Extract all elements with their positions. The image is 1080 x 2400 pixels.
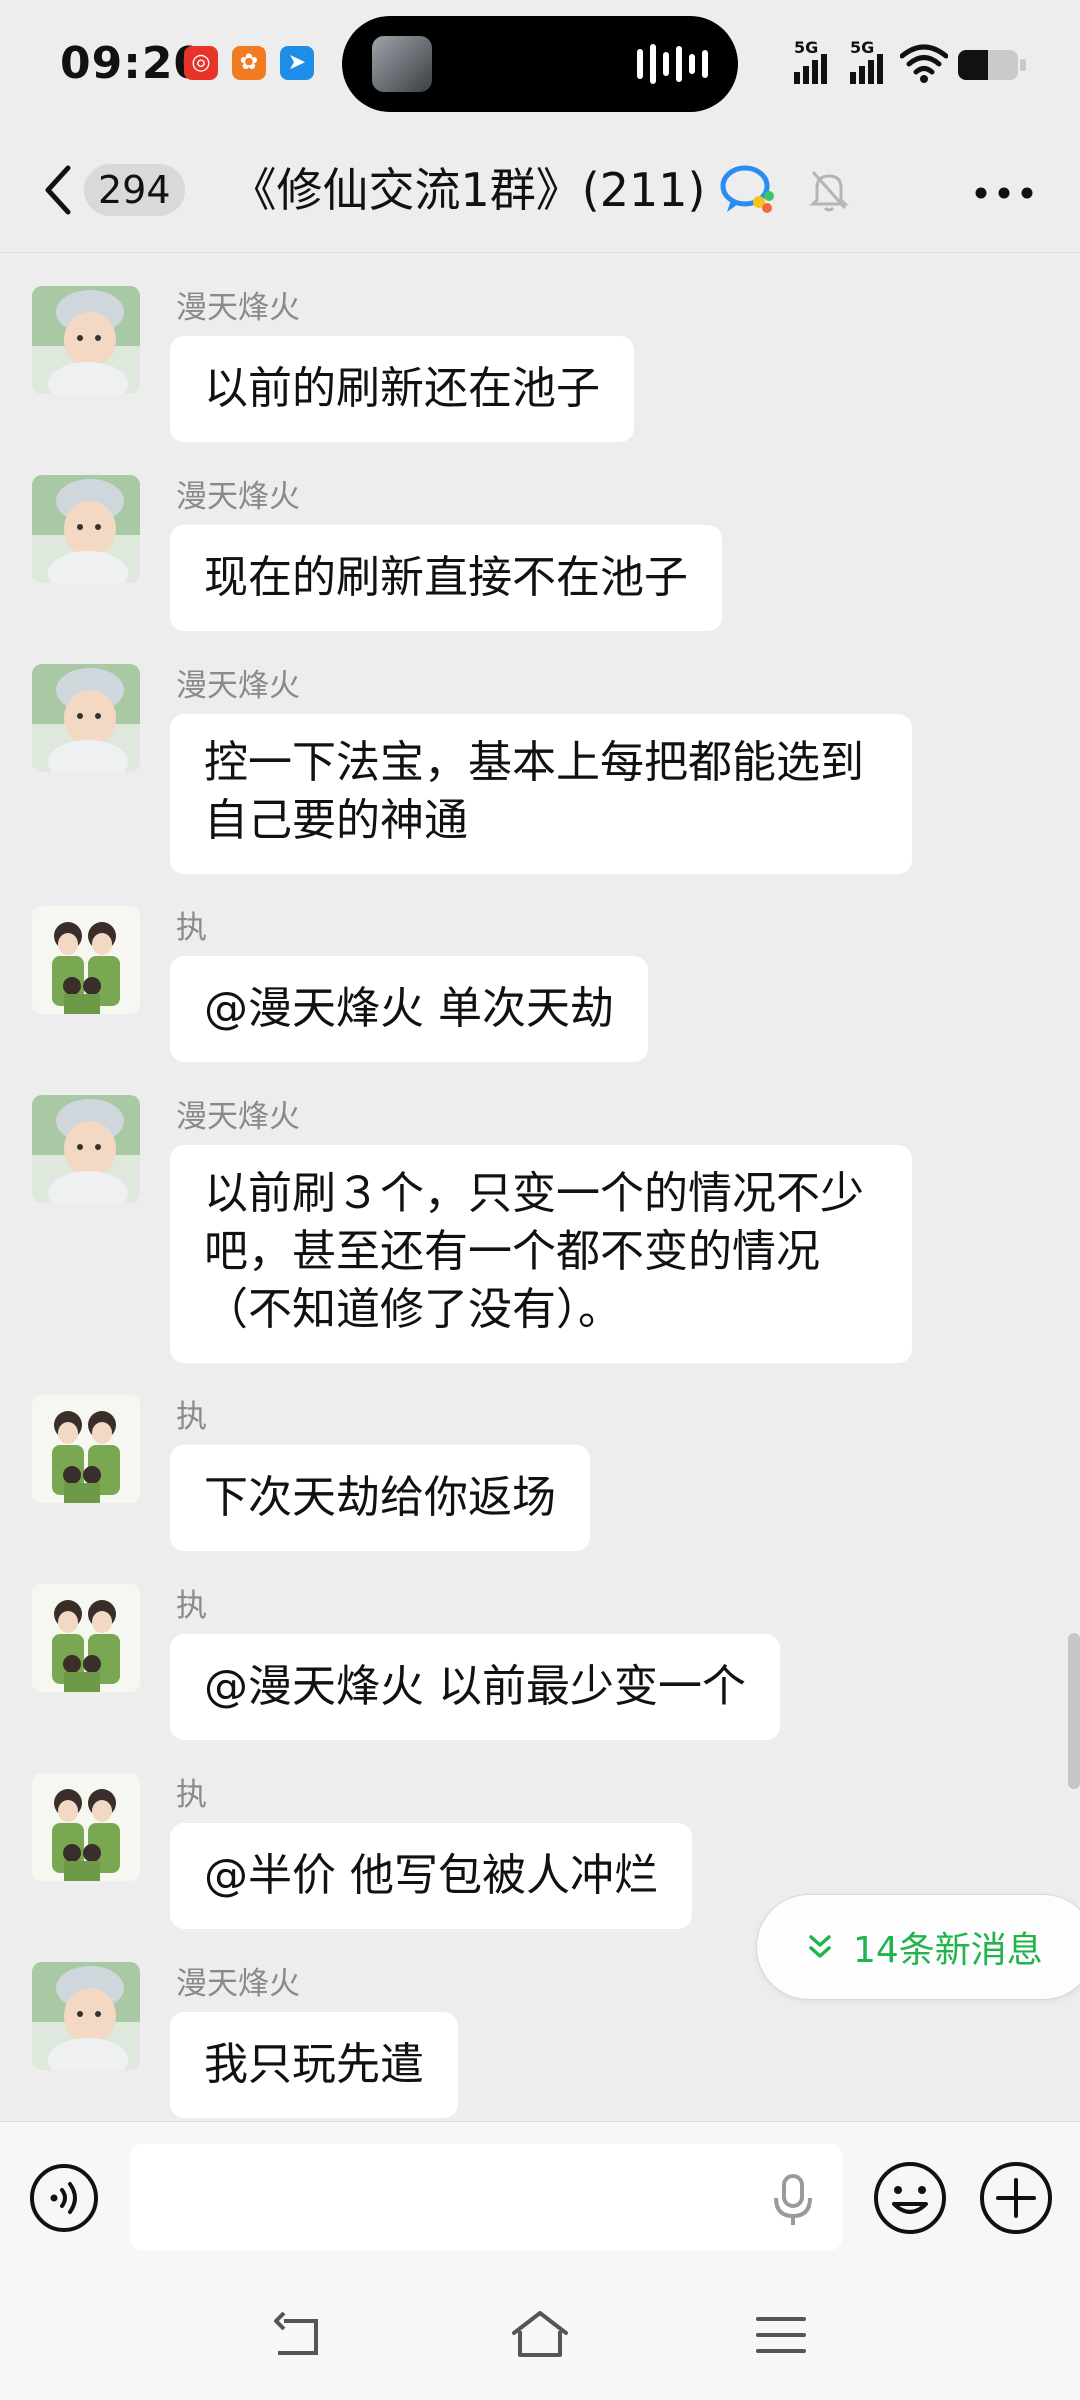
- avatar[interactable]: [32, 1962, 140, 2070]
- audio-wave-icon: [637, 44, 708, 84]
- avatar[interactable]: [32, 475, 140, 583]
- couple-avatar-icon: [32, 1773, 140, 1881]
- more-dots-icon[interactable]: [974, 186, 1034, 200]
- dynamic-island[interactable]: [342, 16, 738, 112]
- message-input[interactable]: [130, 2144, 842, 2250]
- message-bubble[interactable]: @漫天烽火 以前最少变一个: [170, 1634, 780, 1740]
- double-chevron-down-icon: [809, 1935, 831, 1958]
- couple-avatar-icon: [32, 906, 140, 1014]
- input-bar: [0, 2121, 1080, 2274]
- microphone-icon[interactable]: [768, 2172, 818, 2228]
- message-bubble[interactable]: 控一下法宝，基本上每把都能选到 自己要的神通: [170, 714, 912, 874]
- nav-back-icon[interactable]: [270, 2311, 330, 2363]
- sender-name[interactable]: 执: [176, 908, 207, 948]
- message-bubble[interactable]: @半价 他写包被人冲烂: [170, 1823, 692, 1929]
- baby-avatar-icon: [32, 286, 140, 394]
- sender-name[interactable]: 漫天烽火: [176, 1964, 300, 2004]
- nav-menu-icon[interactable]: [754, 2313, 808, 2357]
- sender-name[interactable]: 漫天烽火: [176, 666, 300, 706]
- signal-5g-icon: 5G: [794, 38, 827, 84]
- group-bubble-icon[interactable]: [719, 162, 779, 218]
- nav-home-icon[interactable]: [508, 2307, 572, 2363]
- message-bubble[interactable]: 我只玩先遣: [170, 2012, 458, 2118]
- food-app-icon: ✿: [232, 46, 266, 80]
- signal-5g-icon-2: 5G: [850, 38, 883, 84]
- avatar[interactable]: [32, 906, 140, 1014]
- avatar[interactable]: [32, 1395, 140, 1503]
- emoji-button[interactable]: [872, 2160, 948, 2236]
- scrollbar-thumb[interactable]: [1068, 1633, 1080, 1789]
- sender-name[interactable]: 执: [176, 1775, 207, 1815]
- sender-name[interactable]: 执: [176, 1586, 207, 1626]
- message-bubble[interactable]: 下次天劫给你返场: [170, 1445, 590, 1551]
- baby-avatar-icon: [32, 475, 140, 583]
- message-list[interactable]: 漫天烽火 以前的刷新还在池子 漫天烽火 现在的刷新直接不在池子 漫天烽火 控一下…: [0, 253, 1080, 2121]
- sender-name[interactable]: 执: [176, 1397, 207, 1437]
- baby-avatar-icon: [32, 1095, 140, 1203]
- sender-name[interactable]: 漫天烽火: [176, 288, 300, 328]
- sender-name[interactable]: 漫天烽火: [176, 477, 300, 517]
- system-nav-bar: [0, 2273, 1080, 2400]
- new-messages-button[interactable]: 14条新消息: [756, 1894, 1080, 2000]
- media-thumbnail: [372, 36, 432, 92]
- message-bubble[interactable]: 以前的刷新还在池子: [170, 336, 634, 442]
- new-messages-label: 14条新消息: [853, 1930, 1043, 1971]
- avatar[interactable]: [32, 1773, 140, 1881]
- group-title[interactable]: 《修仙交流1群》(211): [231, 158, 706, 222]
- couple-avatar-icon: [32, 1395, 140, 1503]
- avatar[interactable]: [32, 286, 140, 394]
- wifi-icon: [900, 44, 948, 83]
- baby-avatar-icon: [32, 664, 140, 772]
- bluetooth-app-icon: ➤: [280, 46, 314, 80]
- status-bar: 09:20 ◎ ✿ ➤ 5G 5G: [0, 0, 1080, 130]
- couple-avatar-icon: [32, 1584, 140, 1692]
- message-bubble[interactable]: 现在的刷新直接不在池子: [170, 525, 722, 631]
- avatar[interactable]: [32, 664, 140, 772]
- avatar[interactable]: [32, 1095, 140, 1203]
- battery-icon: [958, 50, 1018, 80]
- chat-header: 294 《修仙交流1群》(211): [0, 130, 1080, 253]
- baby-avatar-icon: [32, 1962, 140, 2070]
- voice-input-button[interactable]: [28, 2162, 100, 2234]
- sender-name[interactable]: 漫天烽火: [176, 1097, 300, 1137]
- mute-bell-icon: [809, 171, 850, 212]
- group-title-bar[interactable]: 《修仙交流1群》(211): [0, 158, 1080, 222]
- avatar[interactable]: [32, 1584, 140, 1692]
- music-app-icon: ◎: [184, 46, 218, 80]
- message-bubble[interactable]: @漫天烽火 单次天劫: [170, 956, 648, 1062]
- message-bubble[interactable]: 以前刷３个，只变一个的情况不少 吧，甚至还有一个都不变的情况 （不知道修了没有）…: [170, 1145, 912, 1363]
- plus-more-button[interactable]: [978, 2160, 1054, 2236]
